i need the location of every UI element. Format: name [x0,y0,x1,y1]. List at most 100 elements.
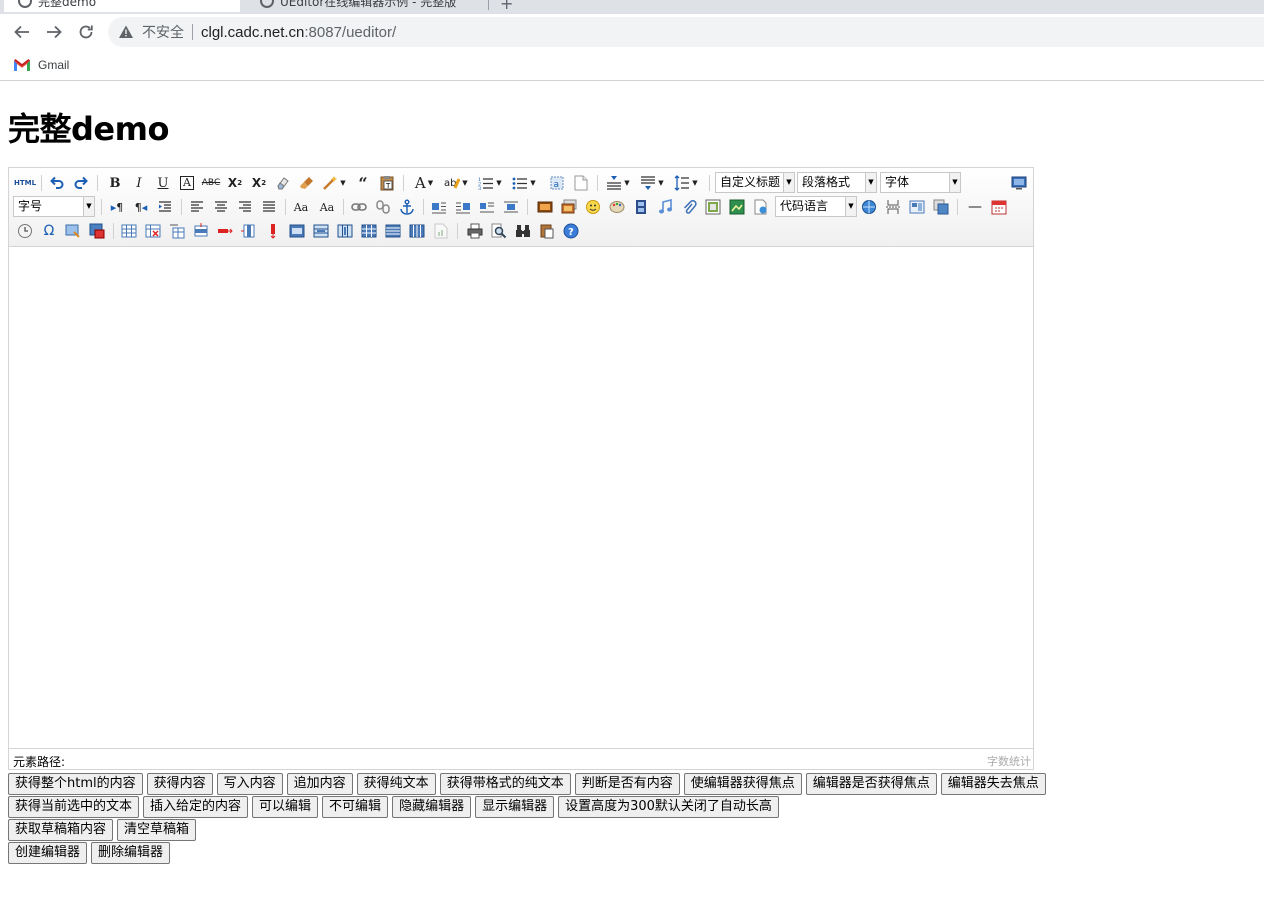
font-family-select[interactable]: 字体 ▼ [880,172,961,193]
set-height-button[interactable]: 设置高度为300默认关闭了自动长高 [558,796,779,818]
snap-screen-button[interactable] [63,221,83,241]
image-float-left-button[interactable] [429,197,449,217]
security-label[interactable]: 不安全 [142,22,184,42]
background-button[interactable] [931,197,951,217]
special-chars-button[interactable]: Ω [39,221,59,241]
charts-button[interactable] [431,221,451,241]
italic-button[interactable]: I [129,173,149,193]
attachment-button[interactable] [679,197,699,217]
web-app-button[interactable] [859,197,879,217]
get-content-button[interactable]: 获得内容 [146,773,213,795]
reload-button[interactable] [70,16,102,48]
music-button[interactable] [655,197,675,217]
address-bar[interactable]: 不安全 clgl.cadc.net.cn:8087/ueditor/ [108,17,1264,47]
split-to-cells-button[interactable] [359,221,379,241]
print-button[interactable] [465,221,485,241]
get-formatted-text-button[interactable]: 获得带格式的纯文本 [439,773,571,795]
append-content-button[interactable]: 追加内容 [286,773,353,795]
horizontal-rule-button[interactable]: — [965,197,985,217]
get-all-html-button[interactable]: 获得整个html的内容 [8,773,143,795]
insert-video-button[interactable] [631,197,651,217]
merge-cells-button[interactable] [287,221,307,241]
clear-document-button[interactable] [571,173,591,193]
to-lowercase-button[interactable]: Aa [317,197,337,217]
html-source-button[interactable]: HTML [13,173,37,193]
set-content-button[interactable]: 写入内容 [216,773,283,795]
blur-button[interactable]: 编辑器失去焦点 [940,773,1046,795]
is-focus-button[interactable]: 编辑器是否获得焦点 [805,773,937,795]
has-content-button[interactable]: 判断是否有内容 [574,773,680,795]
forward-button[interactable] [38,16,70,48]
insert-row-button[interactable] [191,221,211,241]
delete-editor-button[interactable]: 删除编辑器 [91,842,171,864]
new-tab-button[interactable]: + [500,0,513,13]
image-center-button[interactable] [501,197,521,217]
clear-draft-button[interactable]: 清空草稿箱 [117,819,197,841]
insert-frame-button[interactable] [703,197,723,217]
strikethrough-button[interactable]: ABC [201,173,221,193]
date-button[interactable] [989,197,1009,217]
subscript-button[interactable]: X2 [249,173,269,193]
align-right-button[interactable] [235,197,255,217]
image-float-right-button[interactable] [453,197,473,217]
drafts-button[interactable] [537,221,557,241]
delete-table-button[interactable] [143,221,163,241]
anchor-button[interactable] [397,197,417,217]
paste-plain-button[interactable]: T [377,173,397,193]
get-draft-button[interactable]: 获取草稿箱内容 [8,819,114,841]
tab-inactive[interactable]: UEditor在线编辑器示例 - 完整版 [246,0,486,12]
direction-rtl-button[interactable]: ¶◂ [131,197,151,217]
set-focus-button[interactable]: 使编辑器获得焦点 [683,773,802,795]
align-center-button[interactable] [211,197,231,217]
insert-image-button[interactable] [559,197,579,217]
link-button[interactable] [349,197,369,217]
paragraph-select[interactable]: 段落格式 ▼ [797,172,877,193]
split-to-cols-button[interactable] [407,221,427,241]
select-all-button[interactable]: a [547,173,567,193]
superscript-button[interactable]: X2 [225,173,245,193]
custom-title-select[interactable]: 自定义标题 ▼ [715,172,795,193]
background-color-button[interactable]: ab ▼ [443,173,469,193]
set-enabled-button[interactable]: 可以编辑 [252,796,319,818]
line-height-button[interactable]: ▼ [673,173,699,193]
tab-active[interactable]: 完整demo [4,0,240,12]
font-size-select[interactable]: 字号 ▼ [13,196,95,217]
editor-content-area[interactable] [9,248,1033,748]
code-language-select[interactable]: 代码语言 ▼ [775,196,857,217]
time-button[interactable] [15,221,35,241]
insert-html-button[interactable]: 插入给定的内容 [143,796,249,818]
remove-format-button[interactable] [273,173,293,193]
bookmark-gmail[interactable]: Gmail [14,58,69,72]
word-image-button[interactable] [87,221,107,241]
simple-upload-button[interactable] [535,197,555,217]
split-to-rows-button[interactable] [383,221,403,241]
font-color-button[interactable]: A ▼ [411,173,437,193]
underline-button[interactable]: U [153,173,173,193]
redo-button[interactable] [71,173,91,193]
to-uppercase-button[interactable]: Aa [291,197,311,217]
unlink-button[interactable] [373,197,393,217]
blockquote-button[interactable]: “ [353,173,373,193]
create-editor-button[interactable]: 创建编辑器 [8,842,88,864]
set-disabled-button[interactable]: 不可编辑 [322,796,389,818]
hide-editor-button[interactable]: 隐藏编辑器 [392,796,472,818]
delete-col-button[interactable] [263,221,283,241]
indent-button[interactable] [155,197,175,217]
merge-down-button[interactable] [335,221,355,241]
get-plain-text-button[interactable]: 获得纯文本 [356,773,436,795]
insert-table-button[interactable] [119,221,139,241]
template-button[interactable] [907,197,927,217]
map-button[interactable] [727,197,747,217]
row-spacing-top-button[interactable]: ▼ [605,173,631,193]
preview-button[interactable] [489,221,509,241]
ordered-list-button[interactable]: 1 2 3 ▼ [477,173,503,193]
scrawl-button[interactable] [607,197,627,217]
insert-paragraph-before-table-button[interactable] [167,221,187,241]
direction-ltr-button[interactable]: ▸¶ [107,197,127,217]
row-spacing-bottom-button[interactable]: ▼ [639,173,665,193]
show-editor-button[interactable]: 显示编辑器 [475,796,555,818]
image-none-button[interactable] [477,197,497,217]
delete-row-button[interactable] [215,221,235,241]
bold-button[interactable]: B [105,173,125,193]
page-break-insert-button[interactable] [883,197,903,217]
